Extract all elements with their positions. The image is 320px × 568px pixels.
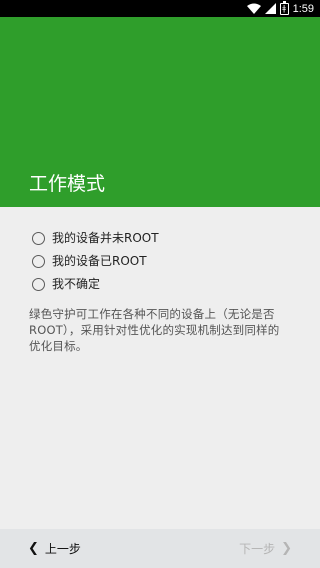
wifi-icon	[246, 3, 261, 14]
status-time: 1:59	[292, 2, 314, 15]
status-indicators: ǂ 1:59	[246, 0, 314, 16]
mode-description: 绿色守护可工作在各种不同的设备上（无论是否ROOT），采用针对性优化的实现机制达…	[29, 307, 280, 353]
previous-button[interactable]: ❮ 上一步	[28, 540, 81, 557]
battery-icon: ǂ	[279, 0, 289, 15]
option-not-sure[interactable]: 我不确定	[32, 273, 159, 295]
mode-options: 我的设备并未ROOT 我的设备已ROOT 我不确定	[32, 227, 159, 296]
chevron-left-icon: ❮	[28, 540, 39, 556]
radio-button[interactable]	[32, 231, 45, 245]
radio-button[interactable]	[32, 254, 45, 268]
battery-glyph: ǂ	[282, 3, 286, 13]
option-label: 我不确定	[52, 277, 101, 291]
bottom-navigation: ❮ 上一步 下一步 ❯	[0, 529, 320, 568]
next-label: 下一步	[239, 542, 276, 556]
radio-button[interactable]	[32, 277, 45, 291]
main-content: 我的设备并未ROOT 我的设备已ROOT 我不确定 绿色守护可工作在各种不同的设…	[0, 207, 320, 529]
option-not-rooted[interactable]: 我的设备并未ROOT	[32, 227, 159, 249]
page-title: 工作模式	[29, 173, 106, 195]
signal-icon	[264, 3, 276, 14]
option-rooted[interactable]: 我的设备已ROOT	[32, 250, 159, 272]
option-label: 我的设备已ROOT	[52, 254, 147, 268]
status-bar: ǂ 1:59	[0, 0, 320, 17]
next-button[interactable]: 下一步 ❯	[239, 540, 292, 557]
app-header: 工作模式	[0, 17, 320, 207]
previous-label: 上一步	[44, 542, 81, 556]
chevron-right-icon: ❯	[281, 540, 292, 556]
option-label: 我的设备并未ROOT	[52, 231, 159, 245]
